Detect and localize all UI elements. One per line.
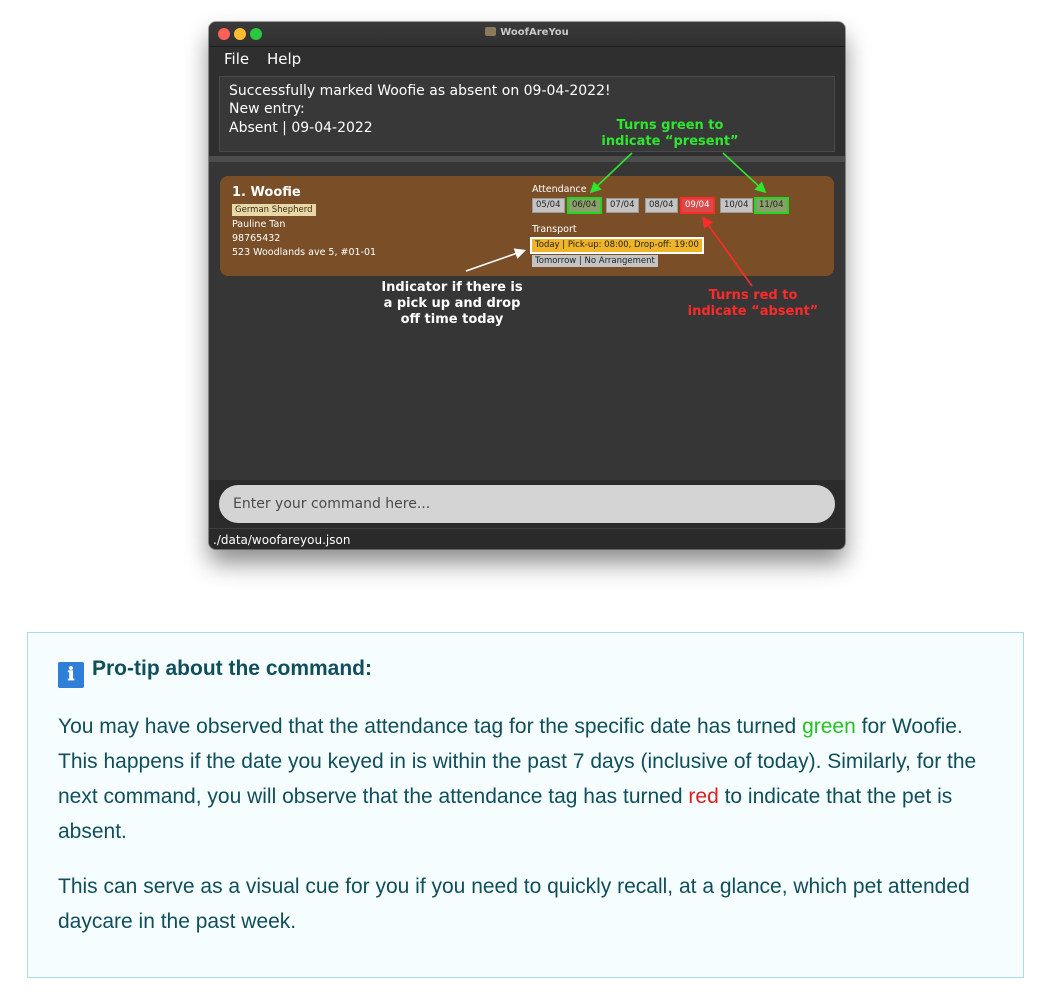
- arrow-absent: [702, 216, 753, 287]
- pro-tip-title: Pro-tip about the command:: [92, 657, 372, 680]
- pro-tip-box: ℹ Pro-tip about the command: You may have…: [27, 632, 1024, 978]
- arrow-present-left: [589, 152, 633, 194]
- arrow-transport: [465, 248, 527, 272]
- info-icon: ℹ: [58, 662, 84, 688]
- tip-green-word: green: [802, 715, 856, 738]
- tip-red-word: red: [688, 785, 719, 808]
- tip-text: You may have observed that the attendanc…: [58, 715, 803, 738]
- pro-tip-paragraph: You may have observed that the attendanc…: [58, 709, 998, 849]
- arrow-present-right: [722, 152, 767, 194]
- pro-tip-heading: ℹ Pro-tip about the command:: [58, 657, 372, 688]
- pro-tip-paragraph-2: This can serve as a visual cue for you i…: [58, 875, 970, 933]
